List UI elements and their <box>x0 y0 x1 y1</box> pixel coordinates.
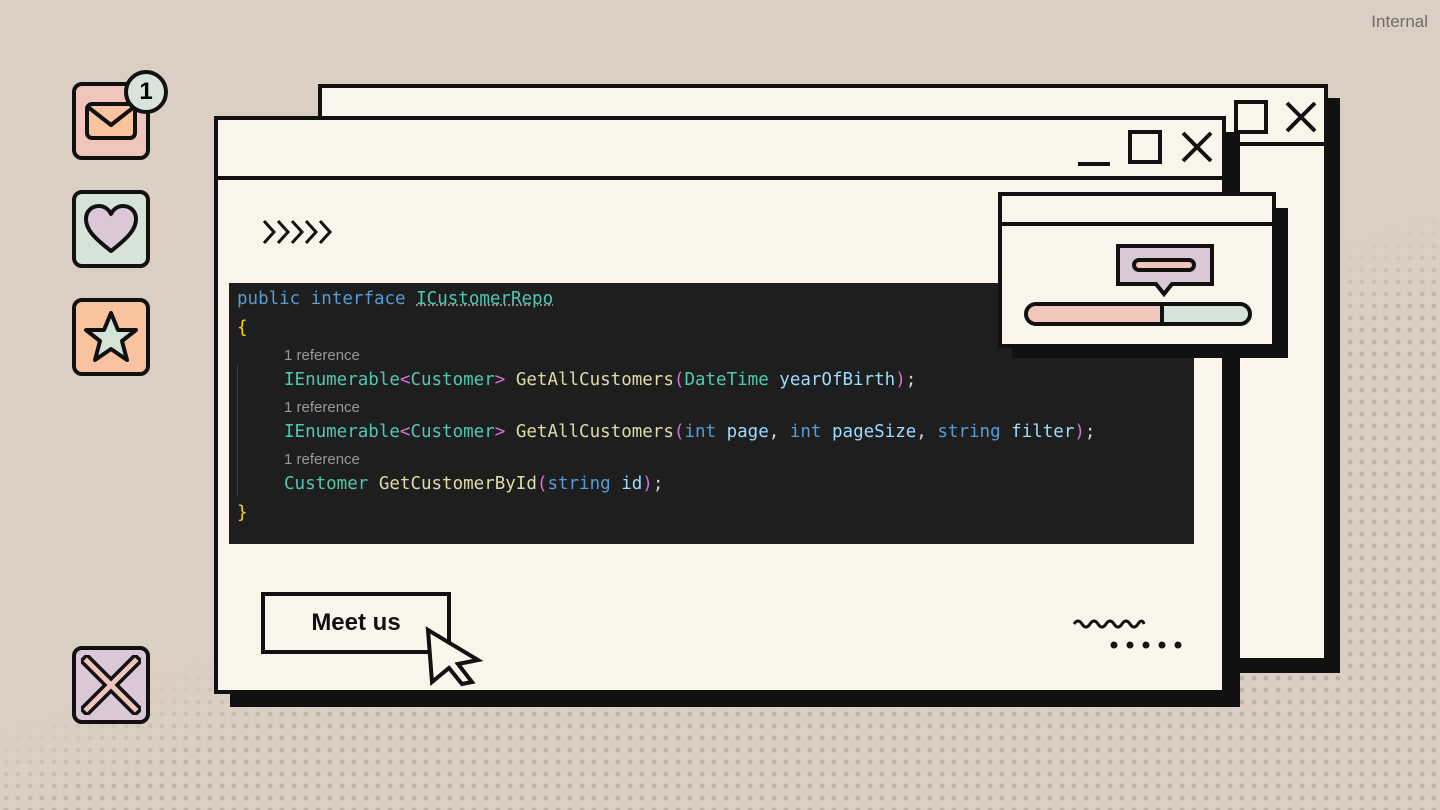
code-line-method-3: Customer GetCustomerById(string id); <box>284 474 664 494</box>
close-icon <box>81 655 141 715</box>
close-icon[interactable] <box>1180 130 1214 164</box>
star-button[interactable] <box>72 298 150 376</box>
progress-bar <box>1024 302 1252 326</box>
progress-fill <box>1028 306 1164 322</box>
minimize-icon[interactable] <box>1076 134 1112 168</box>
progress-popup-window <box>998 192 1276 348</box>
indent-guide <box>237 365 238 495</box>
code-open-brace: { <box>237 318 248 338</box>
code-line-method-2: IEnumerable<Customer> GetAllCustomers(in… <box>284 422 1096 442</box>
classification-label: Internal <box>1371 12 1428 31</box>
codelens-reference[interactable]: 1 reference <box>284 451 360 468</box>
message-icon <box>1116 244 1214 298</box>
maximize-icon[interactable] <box>1128 130 1162 164</box>
front-window-titlebar <box>218 120 1222 180</box>
cursor-icon <box>425 626 484 687</box>
notification-badge: 1 <box>124 70 168 114</box>
code-line-method-1: IEnumerable<Customer> GetAllCustomers(Da… <box>284 370 917 390</box>
meet-us-button[interactable]: Meet us <box>261 592 451 654</box>
heart-button[interactable] <box>72 190 150 268</box>
codelens-reference[interactable]: 1 reference <box>284 399 360 416</box>
maximize-icon[interactable] <box>1234 100 1268 134</box>
close-icon[interactable] <box>1284 100 1318 134</box>
codelens-reference[interactable]: 1 reference <box>284 347 360 364</box>
star-icon <box>84 311 138 362</box>
close-side-button[interactable] <box>72 646 150 724</box>
popup-titlebar <box>1002 196 1272 226</box>
heart-icon <box>84 204 138 253</box>
code-line-interface: public interface ICustomerRepo <box>237 289 554 309</box>
chevrons-right-icon <box>262 219 333 245</box>
code-close-brace: } <box>237 503 248 523</box>
decorative-squiggle <box>1072 619 1182 649</box>
